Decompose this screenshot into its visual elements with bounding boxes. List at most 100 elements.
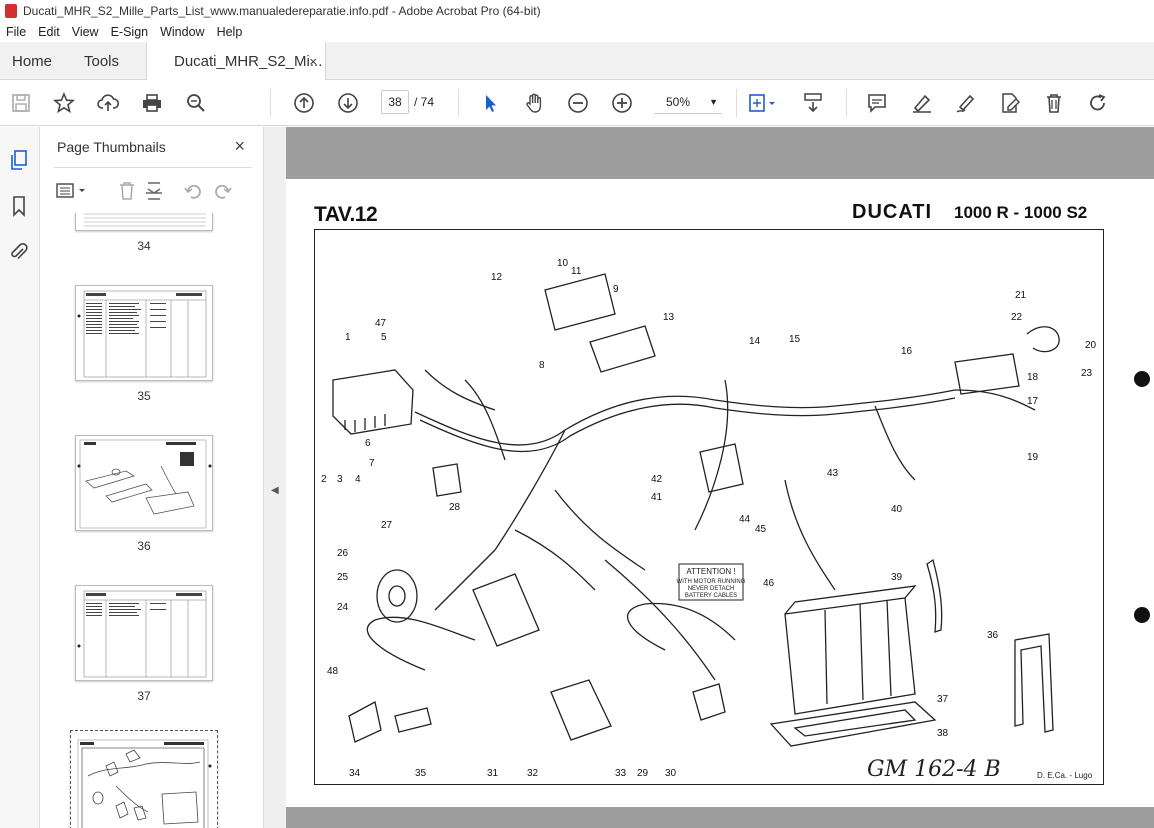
page-thumbnail[interactable] xyxy=(75,213,213,231)
toolbar-divider xyxy=(458,89,459,117)
part-label: 37 xyxy=(937,694,949,705)
part-label: 15 xyxy=(789,334,801,345)
part-label: 25 xyxy=(337,572,349,583)
panel-title: Page Thumbnails xyxy=(57,139,166,155)
page-number-input[interactable]: 38 xyxy=(381,90,409,114)
delete-page-icon[interactable] xyxy=(120,182,134,200)
acrobat-app-icon xyxy=(5,4,17,18)
part-label: 42 xyxy=(651,474,663,485)
thumbnail-options-icon[interactable] xyxy=(56,183,85,198)
menu-help[interactable]: Help xyxy=(211,25,249,39)
page-total: / 74 xyxy=(414,95,435,109)
part-label: 32 xyxy=(527,768,539,779)
zoom-search-icon[interactable] xyxy=(183,90,209,116)
select-cursor-icon[interactable] xyxy=(477,90,503,116)
zoom-in-icon[interactable] xyxy=(609,90,635,116)
part-label: 10 xyxy=(557,258,569,269)
part-label: 17 xyxy=(1027,396,1039,407)
binder-hole xyxy=(1134,371,1150,387)
part-label: 48 xyxy=(327,666,339,677)
thumbnail-label: 35 xyxy=(137,389,151,403)
menu-edit[interactable]: Edit xyxy=(32,25,66,39)
part-label: 23 xyxy=(1081,368,1093,379)
rotate-right-icon[interactable] xyxy=(215,184,232,199)
edit-pdf-icon[interactable] xyxy=(997,90,1023,116)
toolbar-divider xyxy=(736,89,737,117)
next-page-icon[interactable] xyxy=(335,90,361,116)
highlight-pen-icon[interactable] xyxy=(909,90,935,116)
part-label: 40 xyxy=(891,504,903,515)
model-heading: 1000 R - 1000 S2 xyxy=(954,203,1088,222)
zoom-select[interactable]: 50% ▼ xyxy=(654,90,722,114)
part-label: 1 xyxy=(345,332,351,343)
save-icon[interactable] xyxy=(8,90,34,116)
part-number-labels: 1 2 3 4 5 6 7 8 9 10 11 12 13 14 15 16 1 xyxy=(321,258,1097,779)
extract-pages-icon[interactable] xyxy=(146,182,162,200)
svg-text:WITH MOTOR RUNNING: WITH MOTOR RUNNING xyxy=(677,579,746,585)
tab-document[interactable]: Ducati_MHR_S2_Mi... × xyxy=(146,42,326,81)
pdf-page: TAV.12 DUCATI 1000 R - 1000 S2 ATTENTION… xyxy=(286,179,1154,807)
part-label: 7 xyxy=(369,458,375,469)
part-label: 29 xyxy=(637,768,649,779)
part-label: 5 xyxy=(381,332,387,343)
left-navigation-rail xyxy=(0,127,40,828)
part-label: 8 xyxy=(539,360,545,371)
tab-home[interactable]: Home xyxy=(12,42,52,80)
part-label: 9 xyxy=(613,284,619,295)
part-label: 34 xyxy=(349,768,361,779)
scroll-mode-icon[interactable] xyxy=(800,90,826,116)
wiring-harness-drawing xyxy=(332,273,1060,747)
star-bookmark-icon[interactable] xyxy=(51,90,77,116)
wiring-diagram: ATTENTION ! WITH MOTOR RUNNING NEVER DET… xyxy=(314,229,1104,785)
page-thumbnail[interactable] xyxy=(75,435,213,531)
part-label: 33 xyxy=(615,768,627,779)
menu-view[interactable]: View xyxy=(66,25,105,39)
part-label: 18 xyxy=(1027,372,1039,383)
page-thumbnail[interactable] xyxy=(75,585,213,681)
window-titlebar: Ducati_MHR_S2_Mille_Parts_List_www.manua… xyxy=(0,0,1154,22)
previous-page-icon[interactable] xyxy=(291,90,317,116)
zoom-out-icon[interactable] xyxy=(565,90,591,116)
menu-window[interactable]: Window xyxy=(154,25,210,39)
tab-tools[interactable]: Tools xyxy=(84,42,119,80)
toolbar-divider xyxy=(270,89,271,117)
handwritten-note: GM 162-4 B xyxy=(867,757,1001,782)
rotate-left-icon[interactable] xyxy=(184,184,201,199)
menu-esign[interactable]: E-Sign xyxy=(105,25,155,39)
tab-bar: Home Tools Ducati_MHR_S2_Mi... × xyxy=(0,42,1154,81)
document-viewer[interactable]: TAV.12 DUCATI 1000 R - 1000 S2 ATTENTION… xyxy=(286,127,1154,828)
tab-close-icon[interactable]: × xyxy=(309,54,317,69)
part-label: 41 xyxy=(651,492,663,503)
page-heading: TAV.12 xyxy=(314,203,378,226)
print-icon[interactable] xyxy=(139,90,165,116)
comment-icon[interactable] xyxy=(864,90,890,116)
page-thumbnail-selected[interactable] xyxy=(70,730,218,828)
part-label: 2 xyxy=(321,474,327,485)
menu-file[interactable]: File xyxy=(0,25,32,39)
binder-hole xyxy=(1134,607,1150,623)
part-label: 36 xyxy=(987,630,999,641)
panel-collapse-handle[interactable]: ◀ xyxy=(264,127,286,828)
part-label: 14 xyxy=(749,336,761,347)
part-label: 47 xyxy=(375,318,387,329)
svg-text:ATTENTION !: ATTENTION ! xyxy=(686,567,735,576)
close-icon[interactable]: × xyxy=(234,136,245,157)
panel-divider xyxy=(54,167,252,168)
delete-trash-icon[interactable] xyxy=(1041,90,1067,116)
sign-pen-icon[interactable] xyxy=(953,90,979,116)
part-label: 20 xyxy=(1085,340,1097,351)
upload-cloud-icon[interactable] xyxy=(95,90,121,116)
thumbnail-toolbar xyxy=(54,179,254,203)
rotate-icon[interactable] xyxy=(1085,90,1111,116)
hand-tool-icon[interactable] xyxy=(521,90,547,116)
attachments-paperclip-icon[interactable] xyxy=(8,241,30,263)
credit-text: D. E.Ca. - Lugo xyxy=(1037,771,1093,780)
main-toolbar xyxy=(0,80,1154,126)
page-thumbnail[interactable] xyxy=(75,285,213,381)
page-fit-icon[interactable] xyxy=(745,90,779,116)
part-label: 43 xyxy=(827,468,839,479)
bookmarks-icon[interactable] xyxy=(8,195,30,217)
page-thumbnails-icon[interactable] xyxy=(8,149,30,171)
page-thumbnails-panel: Page Thumbnails × 34 35 36 37 xyxy=(40,127,296,828)
collapse-left-icon: ◀ xyxy=(271,485,279,496)
